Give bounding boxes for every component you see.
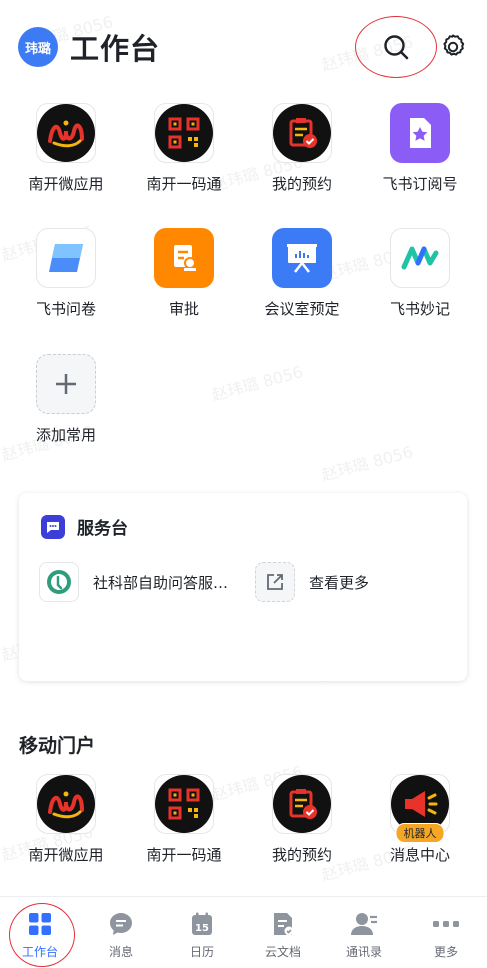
tab-label: 工作台: [21, 945, 58, 959]
app-label: 我的预约: [271, 175, 332, 193]
tab-label: 通讯录: [345, 945, 382, 959]
app-icon-frame: [272, 103, 332, 163]
tab-messages[interactable]: 消息: [91, 911, 151, 960]
app-label: 南开一码通: [146, 846, 222, 864]
search-button[interactable]: [355, 16, 437, 78]
tab-label: 消息: [108, 945, 133, 959]
clipboard-check-icon: [273, 104, 331, 162]
message-bubble-icon: [91, 911, 151, 937]
external-link-icon: [255, 562, 295, 602]
portal-app-my-booking[interactable]: 我的预约: [247, 774, 357, 865]
help-bot-icon: [39, 562, 79, 602]
view-more-button[interactable]: 查看更多: [255, 562, 369, 602]
app-icon-frame: 机器人: [390, 774, 450, 843]
watermark-text: 赵玮璐 8056: [209, 362, 306, 405]
app-icon-frame: [272, 774, 332, 834]
calendar-day: 15: [195, 923, 209, 934]
portal-section-title: 移动门户: [19, 735, 96, 757]
view-more-label: 查看更多: [309, 573, 370, 592]
tab-workbench[interactable]: 工作台: [10, 911, 70, 960]
app-label: 飞书妙记: [389, 300, 450, 318]
qr-code-icon: [155, 775, 213, 833]
app-feishu-minutes[interactable]: 飞书妙记: [365, 228, 475, 319]
service-desk-icon: [41, 514, 65, 539]
app-nankai-qrcode[interactable]: 南开一码通: [129, 103, 239, 194]
portal-app-nankai-micro[interactable]: 南开微应用: [11, 774, 121, 865]
settings-button[interactable]: [436, 30, 470, 64]
plus-icon: [36, 354, 96, 414]
cloud-doc-icon: [253, 911, 313, 937]
subscription-star-icon: [390, 103, 450, 163]
highlight-ring: [355, 16, 437, 78]
tab-calendar[interactable]: 15 日历: [172, 911, 232, 960]
tab-cloud-docs[interactable]: 云文档: [253, 911, 313, 960]
clipboard-check-icon: [273, 775, 331, 833]
tab-label: 日历: [189, 945, 214, 959]
minutes-icon: [390, 228, 450, 288]
portal-app-nankai-qrcode[interactable]: 南开一码通: [129, 774, 239, 865]
calendar-icon: 15: [172, 911, 232, 937]
tab-contacts[interactable]: 通讯录: [334, 911, 394, 960]
add-favorite-label: 添加常用: [35, 426, 96, 444]
app-icon-frame: [36, 774, 96, 834]
robot-badge: 机器人: [395, 823, 445, 843]
meeting-room-icon: [272, 228, 332, 288]
more-dots-icon: [416, 911, 476, 937]
nankai-micro-app-icon: [37, 775, 95, 833]
add-favorite-button[interactable]: 添加常用: [11, 354, 121, 445]
app-meeting-room[interactable]: 会议室预定: [247, 228, 357, 319]
app-label: 飞书问卷: [35, 300, 96, 318]
header: 玮璐 工作台: [0, 0, 487, 90]
app-label: 消息中心: [389, 846, 450, 864]
service-item-label: 社科部自助问答服…: [93, 573, 229, 592]
app-icon-frame: [36, 103, 96, 163]
tab-label: 更多: [433, 945, 458, 959]
service-desk-title: 服务台: [77, 519, 128, 539]
workbench-grid-icon: [10, 911, 70, 937]
avatar[interactable]: 玮璐: [18, 27, 58, 67]
app-nankai-micro[interactable]: 南开微应用: [11, 103, 121, 194]
service-desk-header: 服务台: [41, 514, 128, 539]
tab-more[interactable]: 更多: [416, 911, 476, 960]
app-label: 审批: [168, 300, 199, 318]
app-label: 南开微应用: [28, 175, 104, 193]
app-feishu-subscription[interactable]: 飞书订阅号: [365, 103, 475, 194]
contacts-icon: [334, 911, 394, 937]
survey-icon: [36, 228, 96, 288]
bottom-tab-bar: 工作台 消息 15 日历 云文档 通讯录 更多: [0, 896, 487, 968]
nankai-micro-app-icon: [37, 104, 95, 162]
app-my-booking[interactable]: 我的预约: [247, 103, 357, 194]
qr-code-icon: [155, 104, 213, 162]
portal-app-message-center[interactable]: 机器人 消息中心: [365, 774, 475, 865]
app-label: 飞书订阅号: [382, 175, 458, 193]
app-approval[interactable]: 审批: [129, 228, 239, 319]
gear-icon: [443, 34, 465, 56]
app-label: 我的预约: [271, 846, 332, 864]
app-label: 南开一码通: [146, 175, 222, 193]
app-label: 南开微应用: [28, 846, 104, 864]
tab-label: 云文档: [264, 945, 301, 959]
app-icon-frame: [154, 103, 214, 163]
app-icon-frame: [154, 774, 214, 834]
app-feishu-survey[interactable]: 飞书问卷: [11, 228, 121, 319]
watermark-text: 赵玮璐 8056: [319, 442, 416, 485]
app-label: 会议室预定: [264, 300, 340, 318]
service-item-help-bot[interactable]: 社科部自助问答服…: [39, 562, 228, 602]
service-desk-card: 服务台 社科部自助问答服… 查看更多: [19, 493, 467, 681]
approval-icon: [154, 228, 214, 288]
page-title: 工作台: [70, 32, 161, 66]
